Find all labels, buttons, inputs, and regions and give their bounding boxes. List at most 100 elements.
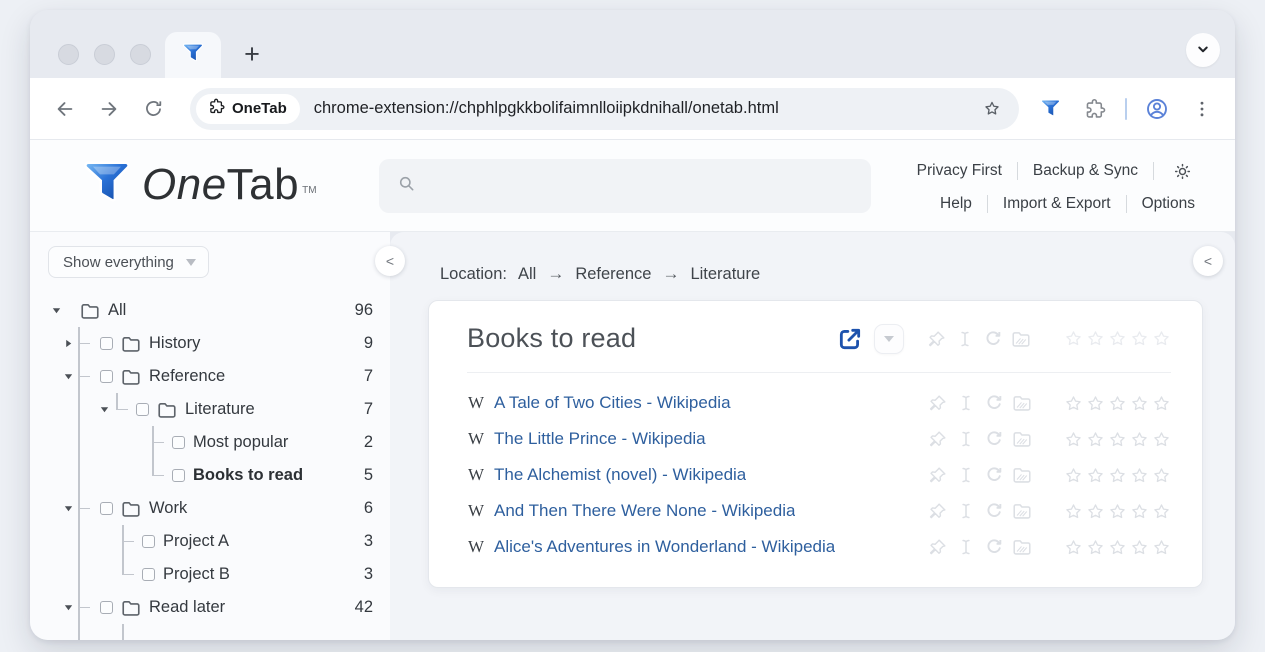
search-input[interactable] (428, 176, 853, 196)
reload-button[interactable] (136, 92, 170, 126)
theme-sun-icon[interactable] (1169, 158, 1195, 184)
pin-icon[interactable] (928, 465, 948, 485)
rename-icon[interactable] (956, 393, 976, 413)
star-icon[interactable] (1086, 538, 1105, 557)
tree-item-most-popular[interactable]: Most popular2 (48, 426, 373, 459)
tab-onetab[interactable] (165, 32, 221, 78)
rename-icon[interactable] (955, 329, 975, 349)
star-icon[interactable] (1152, 430, 1171, 449)
star-icon[interactable] (1152, 502, 1171, 521)
star-icon[interactable] (1108, 466, 1127, 485)
tab-link-the-alchemist-novel-wikipedia[interactable]: The Alchemist (novel) - Wikipedia (494, 465, 746, 485)
onetab-extension-icon[interactable] (1035, 94, 1065, 124)
tree-item-work[interactable]: Work6 (48, 492, 373, 525)
tree-caret-down-icon[interactable] (60, 503, 76, 514)
tree-checkbox[interactable] (142, 568, 155, 581)
star-icon[interactable] (1152, 466, 1171, 485)
tree-item-reference[interactable]: Reference7 (48, 360, 373, 393)
group-menu-dropdown[interactable] (874, 324, 904, 354)
tab-link-and-then-there-were-none-wikipedia[interactable]: And Then There Were None - Wikipedia (494, 501, 795, 521)
tree-caret-down-icon[interactable] (48, 305, 64, 316)
move-to-folder-icon[interactable] (1012, 538, 1032, 556)
tab-link-a-tale-of-two-cities-wikipedia[interactable]: A Tale of Two Cities - Wikipedia (494, 393, 731, 413)
open-all-external-link-icon[interactable] (835, 324, 865, 354)
star-icon[interactable] (1086, 430, 1105, 449)
restore-icon[interactable] (984, 393, 1004, 413)
breadcrumb-item-all[interactable]: All (518, 265, 536, 284)
star-icon[interactable] (1130, 329, 1149, 348)
url-text[interactable]: chrome-extension://chphlpgkkbolifaimnllo… (314, 99, 977, 118)
breadcrumb-item-reference[interactable]: Reference (575, 265, 651, 284)
star-icon[interactable] (1064, 329, 1083, 348)
pin-icon[interactable] (927, 329, 947, 349)
move-to-folder-icon[interactable] (1012, 466, 1032, 484)
tree-item-all[interactable]: All96 (48, 294, 373, 327)
star-icon[interactable] (1130, 502, 1149, 521)
maximize-window-icon[interactable] (130, 44, 151, 65)
restore-icon[interactable] (984, 501, 1004, 521)
breadcrumb-item-literature[interactable]: Literature (690, 265, 760, 284)
restore-icon[interactable] (984, 465, 1004, 485)
restore-icon[interactable] (984, 537, 1004, 557)
header-link-import-export[interactable]: Import & Export (1003, 195, 1111, 213)
tree-checkbox[interactable] (136, 403, 149, 416)
tree-caret-down-icon[interactable] (60, 602, 76, 613)
tree-checkbox[interactable] (172, 436, 185, 449)
star-icon[interactable] (1108, 538, 1127, 557)
header-link-privacy-first[interactable]: Privacy First (917, 162, 1002, 180)
star-icon[interactable] (1086, 394, 1105, 413)
star-icon[interactable] (1064, 538, 1083, 557)
tree-checkbox[interactable] (100, 502, 113, 515)
tree-item-history[interactable]: History9 (48, 327, 373, 360)
search-box[interactable] (379, 159, 871, 213)
tree-item-literature[interactable]: Literature7 (48, 393, 373, 426)
tree-item-read-later[interactable]: Read later42 (48, 591, 373, 624)
star-icon[interactable] (1130, 430, 1149, 449)
sidebar-collapse-button[interactable]: < (375, 246, 405, 276)
pin-icon[interactable] (928, 537, 948, 557)
move-to-folder-icon[interactable] (1012, 394, 1032, 412)
star-icon[interactable] (1152, 394, 1171, 413)
tree-checkbox[interactable] (172, 469, 185, 482)
tree-item-books-to-read[interactable]: Books to read5 (48, 459, 373, 492)
star-icon[interactable] (1108, 502, 1127, 521)
rename-icon[interactable] (956, 429, 976, 449)
tab-search-button[interactable] (1186, 33, 1220, 67)
star-icon[interactable] (1086, 329, 1105, 348)
tree-item-project-a[interactable]: Project A3 (48, 525, 373, 558)
bookmark-star-icon[interactable] (977, 94, 1007, 124)
tree-checkbox[interactable] (142, 535, 155, 548)
restore-icon[interactable] (984, 429, 1004, 449)
close-window-icon[interactable] (58, 44, 79, 65)
browser-menu-icon[interactable] (1187, 94, 1217, 124)
move-to-folder-icon[interactable] (1012, 502, 1032, 520)
rename-icon[interactable] (956, 501, 976, 521)
tree-caret-down-icon[interactable] (96, 404, 112, 415)
move-to-folder-icon[interactable] (1012, 430, 1032, 448)
pin-icon[interactable] (928, 501, 948, 521)
profile-avatar[interactable] (1142, 94, 1172, 124)
star-icon[interactable] (1130, 538, 1149, 557)
extensions-puzzle-icon[interactable] (1080, 94, 1110, 124)
tab-link-alice-s-adventures-in-wonderland-wikipedia[interactable]: Alice's Adventures in Wonderland - Wikip… (494, 537, 835, 557)
rename-icon[interactable] (956, 465, 976, 485)
tree-caret-right-icon[interactable] (60, 338, 76, 349)
rename-icon[interactable] (956, 537, 976, 557)
star-icon[interactable] (1064, 394, 1083, 413)
filter-dropdown[interactable]: Show everything (48, 246, 209, 278)
pin-icon[interactable] (928, 429, 948, 449)
star-icon[interactable] (1064, 502, 1083, 521)
minimize-window-icon[interactable] (94, 44, 115, 65)
star-icon[interactable] (1108, 430, 1127, 449)
pin-icon[interactable] (928, 393, 948, 413)
extension-chip[interactable]: OneTab (196, 94, 300, 124)
tree-caret-down-icon[interactable] (60, 371, 76, 382)
star-icon[interactable] (1086, 502, 1105, 521)
new-tab-button[interactable]: + (234, 36, 270, 72)
star-icon[interactable] (1130, 394, 1149, 413)
star-icon[interactable] (1130, 466, 1149, 485)
star-icon[interactable] (1152, 538, 1171, 557)
star-icon[interactable] (1108, 394, 1127, 413)
star-icon[interactable] (1152, 329, 1171, 348)
header-link-options[interactable]: Options (1142, 195, 1195, 213)
